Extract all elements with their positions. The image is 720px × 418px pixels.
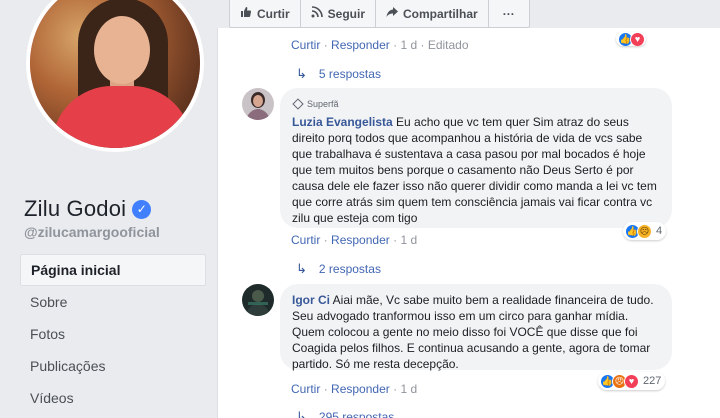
meta-separator: · [323, 382, 332, 396]
reply-arrow-icon: ↳ [296, 409, 307, 418]
share-arrow-icon [386, 6, 399, 21]
more-icon: ··· [502, 6, 515, 21]
commenter-avatar-luzia[interactable] [242, 88, 274, 120]
replies-count-1: 5 respostas [318, 67, 381, 81]
comment-bubble-luzia: Superfã Luzia Evangelista Eu acho que vc… [280, 88, 672, 228]
view-replies-igor[interactable]: ↳ 295 respostas [296, 409, 394, 418]
verified-badge-icon: ✓ [132, 199, 152, 219]
prev-edited-label: Editado [427, 38, 469, 52]
comment-bubble-igor: Igor Ci Aiai mãe, Vc sabe muito bem a re… [280, 284, 672, 371]
reaction-count: 4 [656, 225, 663, 237]
nav-item-posts[interactable]: Publicações [20, 350, 206, 382]
photo-face [94, 16, 150, 84]
prev-comment-meta: Curtir · Responder · 1 d · Editado [291, 38, 469, 52]
page-nav: Página inicial Sobre Fotos Publicações V… [20, 254, 206, 414]
comment-reply-link[interactable]: Responder [331, 382, 390, 396]
comment-text: Eu acho que vc tem quer Sim atraz do seu… [292, 115, 657, 225]
comment-like-link[interactable]: Curtir [291, 233, 320, 247]
view-replies-luzia[interactable]: ↳ 2 respostas [296, 261, 381, 277]
like-page-label: Curtir [257, 6, 290, 21]
superfan-badge-label: Superfã [307, 99, 339, 109]
meta-separator: · [323, 38, 332, 52]
comment-author[interactable]: Igor Ci [292, 293, 330, 307]
nav-item-videos[interactable]: Vídeos [20, 382, 206, 414]
profile-handle[interactable]: @zilucamargooficial [24, 224, 160, 240]
thumbs-up-icon [240, 6, 252, 21]
nav-item-home[interactable]: Página inicial [20, 254, 206, 286]
commenter-avatar-igor[interactable] [242, 284, 274, 316]
follow-button[interactable]: Seguir [301, 0, 377, 27]
comment-timestamp[interactable]: 1 d [400, 233, 417, 247]
page-sidebar: Zilu Godoi ✓ @zilucamargooficial Página … [0, 0, 217, 418]
comment-timestamp[interactable]: 1 d [400, 382, 417, 396]
prev-reactions[interactable]: 👍 ♥ [616, 32, 646, 46]
meta-separator: · [323, 233, 332, 247]
reaction-count: 227 [643, 375, 662, 387]
meta-separator: · [420, 38, 428, 52]
nav-item-photos[interactable]: Fotos [20, 318, 206, 350]
share-label: Compartilhar [403, 6, 478, 21]
love-reaction-icon: ♥ [630, 32, 645, 46]
follow-label: Seguir [327, 6, 366, 21]
comment-like-link[interactable]: Curtir [291, 382, 320, 396]
profile-name[interactable]: Zilu Godoi [24, 196, 126, 222]
nav-item-about[interactable]: Sobre [20, 286, 206, 318]
sad-reaction-icon: ☹ [637, 223, 652, 239]
prev-reply-link[interactable]: Responder [331, 38, 390, 52]
rss-icon [311, 6, 323, 21]
comment-reply-link[interactable]: Responder [331, 233, 390, 247]
prev-like-link[interactable]: Curtir [291, 38, 320, 52]
share-button[interactable]: Compartilhar [376, 0, 489, 27]
view-replies-1[interactable]: ↳ 5 respostas [296, 66, 381, 82]
replies-count-luzia: 2 respostas [318, 262, 381, 276]
more-options-button[interactable]: ··· [489, 0, 529, 27]
comment-text: Aiai mãe, Vc sabe muito bem a realidade … [292, 293, 654, 371]
comment-author[interactable]: Luzia Evangelista [292, 115, 393, 129]
superfan-diamond-icon [292, 98, 304, 110]
superfan-badge: Superfã [292, 96, 660, 112]
comments-panel: Curtir · Responder · 1 d · Editado 👍 ♥ ↳… [217, 28, 720, 418]
profile-photo[interactable] [26, 0, 204, 152]
profile-name-row: Zilu Godoi ✓ [24, 196, 152, 222]
comment-meta-luzia: Curtir · Responder · 1 d [291, 233, 417, 247]
reply-arrow-icon: ↳ [296, 261, 307, 276]
love-reaction-icon: ♥ [624, 373, 639, 389]
reply-arrow-icon: ↳ [296, 66, 307, 81]
comment-meta-igor: Curtir · Responder · 1 d [291, 382, 417, 396]
like-page-button[interactable]: Curtir [230, 0, 301, 27]
prev-timestamp[interactable]: 1 d [400, 38, 417, 52]
comment-reactions-luzia[interactable]: 👍 ☹ 4 [623, 222, 667, 240]
page-action-bar: Curtir Seguir Compartilhar ··· [229, 0, 530, 28]
comment-reactions-igor[interactable]: 👍 😠 ♥ 227 [598, 372, 666, 390]
replies-count-igor: 295 respostas [318, 410, 395, 418]
